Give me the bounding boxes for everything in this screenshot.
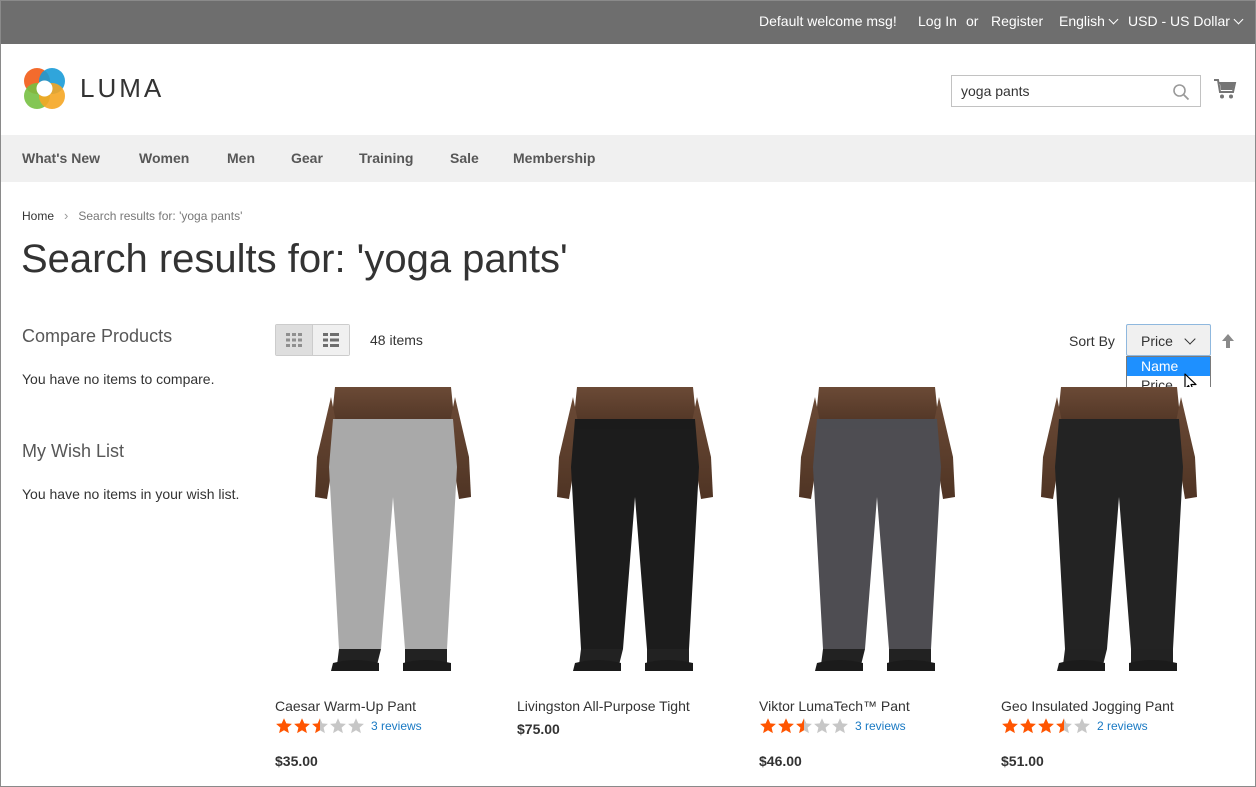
main-navigation: What's New Women Men Gear Training Sale …: [1, 135, 1255, 182]
sort-by-select[interactable]: Price: [1126, 324, 1211, 356]
product-rating: 3 reviews: [275, 717, 422, 735]
product-card[interactable]: Caesar Warm-Up Pant 3 reviews $35.00: [275, 387, 511, 769]
list-icon: [322, 333, 339, 347]
star-icon: [760, 718, 776, 734]
chevron-down-icon: [1233, 14, 1244, 25]
star-icon: [348, 718, 364, 734]
nav-item-gear[interactable]: Gear: [291, 150, 323, 166]
pants-model-image-icon: [1041, 387, 1197, 671]
list-view-button[interactable]: [312, 325, 349, 355]
star-icon: [1074, 718, 1090, 734]
pants-model-image-icon: [799, 387, 955, 671]
star-icon: [1002, 718, 1018, 734]
sort-by-label: Sort By: [1069, 333, 1115, 349]
page-title: Search results for: 'yoga pants': [21, 237, 568, 281]
nav-item-membership[interactable]: Membership: [513, 150, 595, 166]
nav-item-sale[interactable]: Sale: [450, 150, 479, 166]
shopping-cart-icon[interactable]: [1213, 77, 1237, 101]
nav-item-women[interactable]: Women: [139, 150, 189, 166]
browser-frame: Default welcome msg! Log In or Register …: [0, 0, 1256, 787]
luma-logo-icon[interactable]: [22, 66, 67, 111]
product-name-link[interactable]: Livingston All-Purpose Tight: [517, 698, 690, 714]
logo-text[interactable]: LUMA: [80, 73, 164, 104]
breadcrumb-current: Search results for: 'yoga pants': [78, 209, 243, 223]
sort-selected-value: Price: [1141, 333, 1173, 349]
pants-model-image-icon: [557, 387, 713, 671]
product-card[interactable]: Viktor LumaTech™ Pant 3 reviews $46.00: [759, 387, 995, 769]
grid-icon: [285, 333, 302, 347]
view-mode-switcher: [275, 324, 350, 356]
star-icon: [1038, 718, 1054, 734]
currency-switcher[interactable]: USD - US Dollar: [1128, 13, 1244, 29]
register-link[interactable]: Register: [991, 13, 1043, 29]
star-icon: [1020, 718, 1036, 734]
nav-item-whats-new[interactable]: What's New: [22, 150, 100, 166]
product-image[interactable]: [275, 387, 511, 679]
product-rating: 2 reviews: [1001, 717, 1148, 735]
star-icon: [276, 718, 292, 734]
welcome-message: Default welcome msg!: [759, 13, 897, 29]
product-image[interactable]: [517, 387, 753, 679]
product-price: $35.00: [275, 753, 318, 769]
star-icon: [778, 718, 794, 734]
grid-view-button[interactable]: [276, 325, 313, 355]
language-switcher[interactable]: English: [1059, 13, 1119, 29]
chevron-down-icon: [1108, 14, 1119, 25]
wishlist-text: You have no items in your wish list.: [22, 486, 240, 502]
login-link[interactable]: Log In: [918, 13, 957, 29]
search-input[interactable]: [952, 76, 1162, 106]
product-price: $46.00: [759, 753, 802, 769]
sort-direction-arrow-icon[interactable]: [1221, 333, 1235, 349]
nav-item-men[interactable]: Men: [227, 150, 255, 166]
star-icon: [294, 718, 310, 734]
search-box[interactable]: [951, 75, 1201, 107]
star-icon: [796, 718, 812, 734]
compare-products-text: You have no items to compare.: [22, 371, 215, 387]
reviews-link[interactable]: 3 reviews: [371, 719, 422, 733]
product-price: $51.00: [1001, 753, 1044, 769]
rating-stars: [759, 717, 849, 735]
item-count: 48 items: [370, 332, 423, 348]
top-bar: Default welcome msg! Log In or Register …: [1, 1, 1255, 44]
star-icon: [312, 718, 328, 734]
nav-item-training[interactable]: Training: [359, 150, 413, 166]
reviews-link[interactable]: 3 reviews: [855, 719, 906, 733]
breadcrumb: Home › Search results for: 'yoga pants': [22, 208, 242, 223]
product-price: $75.00: [517, 721, 560, 737]
breadcrumb-separator-icon: ›: [64, 208, 69, 223]
star-icon: [330, 718, 346, 734]
or-text: or: [966, 13, 979, 29]
star-icon: [1056, 718, 1072, 734]
product-name-link[interactable]: Caesar Warm-Up Pant: [275, 698, 416, 714]
rating-stars: [275, 717, 365, 735]
search-icon[interactable]: [1172, 83, 1190, 101]
language-label: English: [1059, 13, 1105, 29]
product-name-link[interactable]: Geo Insulated Jogging Pant: [1001, 698, 1174, 714]
product-image[interactable]: [759, 387, 995, 679]
compare-products-title: Compare Products: [22, 326, 173, 346]
wishlist-title: My Wish List: [22, 441, 125, 461]
currency-label: USD - US Dollar: [1128, 13, 1230, 29]
product-image[interactable]: [1001, 387, 1237, 679]
pants-model-image-icon: [315, 387, 471, 671]
breadcrumb-home-link[interactable]: Home: [22, 209, 54, 223]
chevron-down-icon: [1184, 333, 1196, 345]
rating-stars: [1001, 717, 1091, 735]
star-icon: [832, 718, 848, 734]
product-rating: 3 reviews: [759, 717, 906, 735]
star-icon: [814, 718, 830, 734]
product-card[interactable]: Geo Insulated Jogging Pant 2 reviews $51…: [1001, 387, 1237, 769]
reviews-link[interactable]: 2 reviews: [1097, 719, 1148, 733]
product-card[interactable]: Livingston All-Purpose Tight $75.00: [517, 387, 753, 737]
product-name-link[interactable]: Viktor LumaTech™ Pant: [759, 698, 910, 714]
